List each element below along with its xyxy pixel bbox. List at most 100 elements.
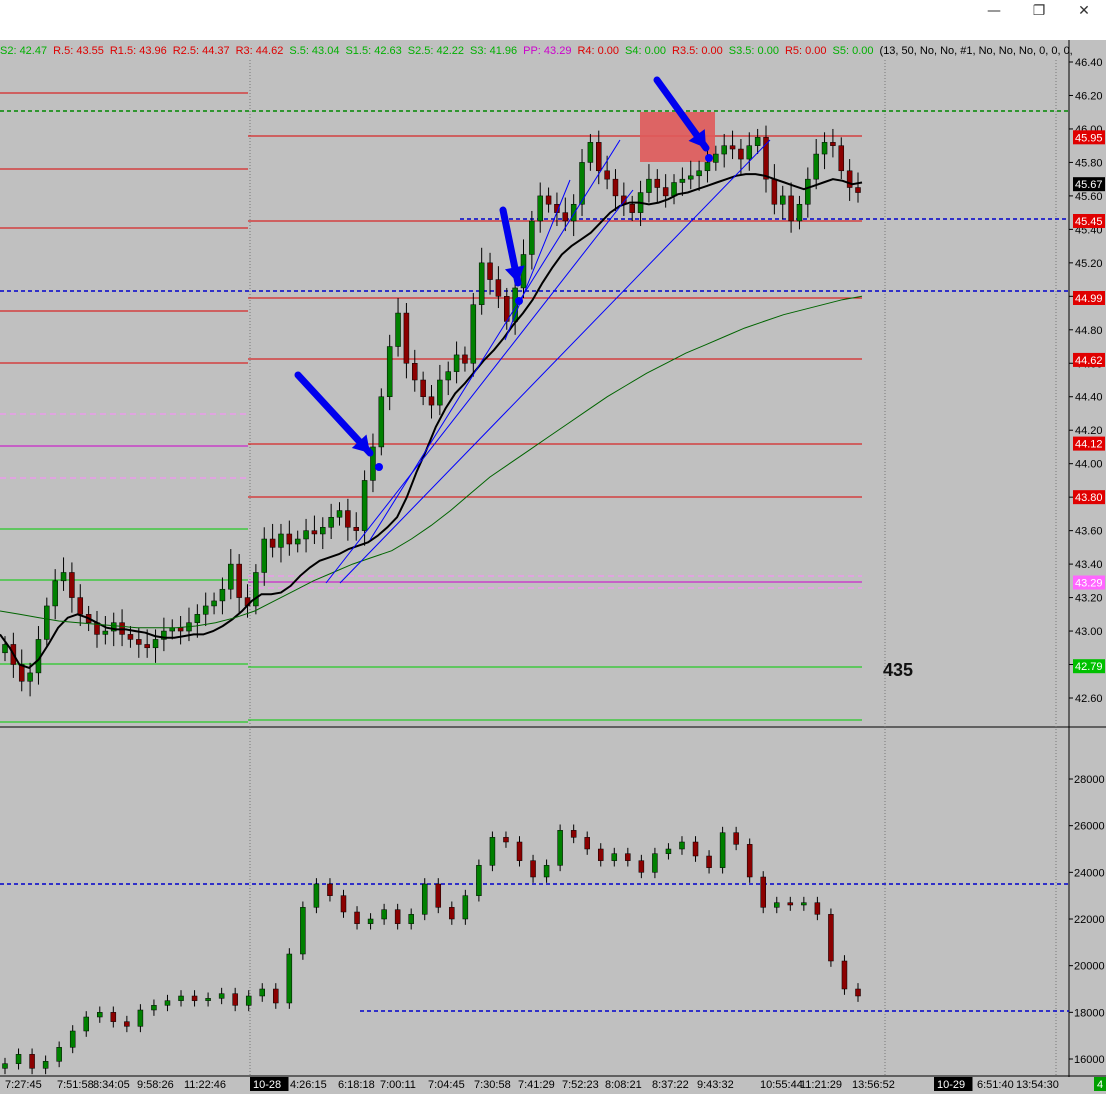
- candle-body: [124, 1021, 130, 1027]
- candle-body: [245, 995, 252, 1006]
- x-tick-label: 7:30:58: [474, 1079, 511, 1091]
- y-tick-label: 45.60: [1075, 191, 1103, 203]
- chart-window: 46.4046.2046.0045.8045.6045.4045.2045.00…: [0, 40, 1106, 1094]
- price-y-axis: 46.4046.2046.0045.8045.6045.4045.2045.00…: [1069, 57, 1103, 705]
- candle-body: [218, 993, 225, 999]
- x-tick-label: 7:52:23: [562, 1079, 599, 1091]
- candle-body: [286, 533, 293, 545]
- candle-body: [537, 195, 543, 222]
- candle-body: [584, 837, 590, 850]
- candle-body: [478, 262, 485, 305]
- price-tag-label: 43.80: [1075, 492, 1103, 504]
- indicator-value: S.5: 43.04: [289, 45, 340, 57]
- x-tick-label: 6:51:40: [977, 1079, 1014, 1091]
- candle-body: [796, 204, 803, 222]
- window-titlebar: — ❐ ✕: [0, 0, 1106, 40]
- minimize-icon[interactable]: —: [971, 0, 1017, 24]
- price-tag-label: 44.12: [1075, 439, 1103, 451]
- indicator-value: R2.5: 44.37: [172, 45, 230, 57]
- y-tick-label: 45.80: [1075, 157, 1103, 169]
- chart-canvas[interactable]: 46.4046.2046.0045.8045.6045.4045.2045.00…: [0, 40, 1106, 1094]
- candle-body: [516, 841, 523, 861]
- y-tick-label: 43.00: [1075, 626, 1103, 638]
- candle-body: [754, 137, 761, 146]
- indicator-value: S3: 41.96: [470, 45, 518, 57]
- candle-body: [462, 354, 468, 364]
- candle-body: [60, 572, 67, 582]
- candle-body: [597, 848, 604, 861]
- x-tick-label: 13:54:30: [1016, 1079, 1059, 1091]
- candle-body: [828, 914, 834, 962]
- y-tick-label: 42.60: [1075, 693, 1103, 705]
- candle-body: [562, 212, 569, 222]
- x-tick-label: 7:51:58: [57, 1079, 94, 1091]
- candle-body: [462, 895, 469, 920]
- candle-body: [219, 588, 226, 602]
- candle-body: [386, 346, 393, 397]
- price-tag-label: 45.67: [1075, 179, 1103, 191]
- y-tick-label: 45.20: [1075, 258, 1103, 270]
- signal-dot: [515, 297, 523, 305]
- indicator-value: PP: 43.29: [523, 45, 572, 57]
- candle-body: [612, 178, 619, 197]
- candle-body: [18, 664, 25, 682]
- candle-body: [838, 145, 845, 172]
- candle-body: [394, 909, 401, 924]
- candle-body: [294, 538, 301, 545]
- signal-dot: [705, 154, 713, 162]
- x-tick-label: 9:58:26: [137, 1079, 174, 1091]
- candle-body: [29, 1054, 35, 1069]
- candle-body: [679, 841, 685, 850]
- candle-body: [760, 876, 766, 908]
- candle-body: [408, 914, 414, 924]
- candle-body: [704, 162, 711, 172]
- candle-body: [177, 627, 184, 632]
- time-axis: 7:27:45 7:51:58 8:34:05 9:58:26 11:22:46 10-2…: [5, 1077, 1106, 1091]
- y-tick-label: 44.20: [1075, 425, 1103, 437]
- candle-body: [412, 363, 418, 381]
- close-icon[interactable]: ✕: [1061, 0, 1106, 24]
- candle-body: [345, 510, 351, 528]
- x-tick-label: 10-28: [253, 1079, 281, 1091]
- indicator-value: S1.5: 42.63: [345, 45, 402, 57]
- candle-body: [733, 832, 739, 845]
- slow-moving-average: [0, 295, 863, 629]
- y-tick-label: 43.20: [1075, 593, 1103, 605]
- candle-body: [445, 371, 451, 381]
- price-tag-label: 45.45: [1075, 216, 1103, 228]
- candle-body: [202, 605, 209, 615]
- y-tick-label: 22000: [1074, 914, 1105, 926]
- indicator-value: S2.5: 42.22: [407, 45, 465, 57]
- candle-body: [395, 312, 401, 347]
- candle-body: [662, 187, 669, 197]
- candle-body: [830, 142, 836, 146]
- candle-body: [428, 396, 435, 406]
- candle-body: [570, 830, 577, 838]
- candle-body: [367, 918, 374, 924]
- x-tick-label: 8:34:05: [93, 1079, 130, 1091]
- candle-body: [846, 170, 853, 188]
- candle-body: [191, 995, 198, 1001]
- y-tick-label: 26000: [1074, 821, 1105, 833]
- candle-body: [169, 627, 176, 632]
- candle-body: [69, 572, 75, 598]
- candle-body: [814, 902, 821, 915]
- candle-body: [530, 860, 536, 878]
- trendlines: [325, 139, 771, 584]
- pivot-indicator-bar: S2: 42.47 R.5: 43.55 R1.5: 43.96 R2.5: 44.3…: [0, 43, 1072, 59]
- candle-body: [336, 510, 343, 518]
- restore-icon[interactable]: ❐: [1016, 0, 1062, 24]
- candle-body: [228, 563, 234, 590]
- candle-body: [453, 354, 460, 372]
- candle-body: [77, 597, 84, 615]
- bar-count-label: 435: [883, 660, 914, 680]
- candle-body: [841, 960, 848, 990]
- x-tick-label: 9:43:32: [697, 1079, 734, 1091]
- candle-body: [679, 178, 686, 183]
- signal-dot: [375, 463, 383, 471]
- candle-body: [144, 644, 150, 649]
- x-tick-label: 11:21:29: [800, 1079, 842, 1091]
- candle-body: [435, 883, 442, 908]
- candle-body: [805, 178, 811, 205]
- candle-body: [779, 195, 786, 205]
